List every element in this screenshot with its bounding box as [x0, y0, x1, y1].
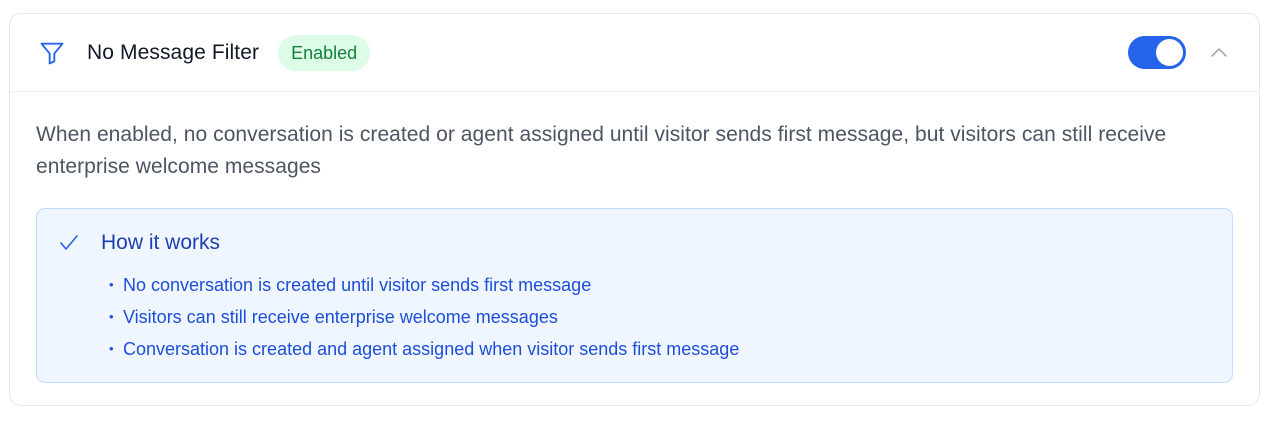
description-text: When enabled, no conversation is created… [36, 123, 1167, 178]
card-body: When enabled, no conversation is created… [10, 92, 1259, 383]
info-list: No conversation is created until visitor… [59, 269, 1210, 365]
list-item: No conversation is created until visitor… [109, 269, 1210, 301]
check-icon [59, 233, 79, 253]
card-title: No Message Filter [87, 40, 260, 64]
chevron-up-icon[interactable] [1206, 40, 1232, 66]
toggle-knob [1156, 39, 1183, 66]
info-header: How it works [59, 231, 1210, 255]
header-controls [1128, 36, 1232, 69]
card-header[interactable]: No Message Filter Enabled [10, 14, 1259, 92]
filter-icon [37, 38, 67, 68]
list-item: Visitors can still receive enterprise we… [109, 301, 1210, 333]
list-item: Conversation is created and agent assign… [109, 333, 1210, 365]
no-message-filter-card: No Message Filter Enabled When enabled, … [9, 13, 1260, 406]
status-badge: Enabled [278, 34, 371, 71]
enable-toggle[interactable] [1128, 36, 1186, 69]
how-it-works-box: How it works No conversation is created … [36, 208, 1233, 383]
info-title: How it works [101, 231, 221, 254]
